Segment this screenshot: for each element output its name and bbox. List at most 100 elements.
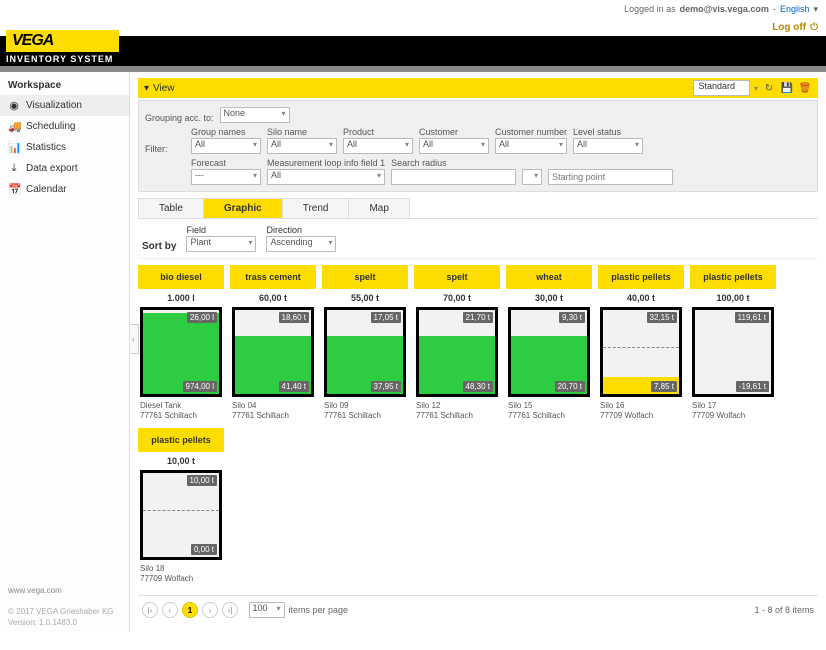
- nav-icon: 🚚: [8, 120, 20, 133]
- filter-silo-name[interactable]: All: [267, 138, 337, 154]
- silo-name: spelt: [414, 265, 500, 289]
- sort-label: Sort by: [142, 241, 176, 252]
- nav-icon: 📅: [8, 183, 20, 196]
- silo-name: plastic pellets: [138, 428, 224, 452]
- filter-level-status[interactable]: All: [573, 138, 643, 154]
- refresh-icon[interactable]: ↻: [762, 81, 776, 95]
- silo-gauge: 10,00 t0,00 t: [140, 470, 222, 560]
- silo-bottom-value: -19,61 t: [736, 381, 769, 392]
- filter-product[interactable]: All: [343, 138, 413, 154]
- silo-card[interactable]: trass cement60,00 t18,60 t41,40 tSilo 04…: [230, 265, 316, 422]
- tab-trend[interactable]: Trend: [282, 198, 350, 218]
- silo-location: Diesel Tank77761 Schiltach: [138, 397, 224, 422]
- silo-gauge: 32,15 t7,85 t: [600, 307, 682, 397]
- tab-graphic[interactable]: Graphic: [203, 198, 283, 218]
- meas-select[interactable]: All: [267, 169, 385, 185]
- startpoint-input[interactable]: [548, 169, 673, 185]
- sidebar-item-calendar[interactable]: 📅Calendar: [0, 179, 129, 200]
- language-link[interactable]: English: [780, 4, 810, 14]
- radius-input[interactable]: [391, 169, 516, 185]
- grouping-label: Grouping acc. to:: [145, 113, 214, 123]
- pager-prev[interactable]: ‹: [162, 602, 178, 618]
- filter-label: Filter:: [145, 144, 185, 154]
- logged-in-label: Logged in as: [624, 4, 676, 14]
- chevron-down-icon[interactable]: ▾: [144, 83, 149, 94]
- silo-card[interactable]: spelt55,00 t17,05 t37,95 tSilo 0977761 S…: [322, 265, 408, 422]
- silo-top-value: 32,15 t: [647, 312, 677, 323]
- grouping-select[interactable]: None: [220, 107, 290, 123]
- silo-gauge: 26,00 l 974,00 l: [140, 307, 222, 397]
- silo-name: wheat: [506, 265, 592, 289]
- filter-group-names[interactable]: All: [191, 138, 261, 154]
- silo-bottom-value: 37,95 t: [371, 381, 401, 392]
- silo-bottom-value: 20,70 t: [555, 381, 585, 392]
- silo-top-value: 119,61 t: [735, 312, 769, 323]
- page-size-label: items per page: [289, 605, 349, 615]
- pager-page[interactable]: 1: [182, 602, 198, 618]
- pager-first[interactable]: |‹: [142, 602, 158, 618]
- silo-gauge: 17,05 t 37,95 t: [324, 307, 406, 397]
- workspace-title: Workspace: [0, 72, 129, 95]
- silo-top-value: 9,30 t: [559, 312, 585, 323]
- power-icon[interactable]: ⏻: [810, 22, 818, 33]
- silo-capacity: 1.000 l: [138, 289, 224, 307]
- copyright: © 2017 VEGA Grieshaber KG: [8, 607, 114, 616]
- silo-gauge: 119,61 t -19,61 t: [692, 307, 774, 397]
- silo-card[interactable]: bio diesel1.000 l 26,00 l 974,00 l Diesel T…: [138, 265, 224, 422]
- sort-dir-select[interactable]: Ascending: [266, 236, 336, 252]
- nav-icon: ◉: [8, 99, 20, 112]
- sidebar-item-visualization[interactable]: ◉Visualization: [0, 95, 129, 116]
- nav-icon: 📊: [8, 141, 20, 154]
- silo-card[interactable]: spelt70,00 t21,70 t48,30 tSilo 1277761 S…: [414, 265, 500, 422]
- silo-bottom-value: 974,00 l: [183, 381, 217, 392]
- silo-top-value: 26,00 l: [187, 312, 217, 323]
- silo-bottom-value: 48,30 t: [463, 381, 493, 392]
- sort-field-select[interactable]: Plant: [186, 236, 256, 252]
- brand-logo: VEGA: [6, 30, 119, 52]
- filter-panel: Grouping acc. to: None Filter: Group nam…: [138, 100, 818, 192]
- pager: |‹ ‹ 1 › ›| 100 items per page 1 - 8 of …: [138, 595, 818, 624]
- silo-card[interactable]: plastic pellets40,00 t32,15 t7,85 tSilo …: [598, 265, 684, 422]
- page-size-select[interactable]: 100: [249, 602, 285, 618]
- sidebar-item-scheduling[interactable]: 🚚Scheduling: [0, 116, 129, 137]
- brand-subtitle: INVENTORY SYSTEM: [0, 52, 119, 66]
- view-label: View: [153, 83, 175, 94]
- silo-card[interactable]: plastic pellets100,00 t 119,61 t -19,61 t S…: [690, 265, 776, 422]
- sidebar-item-statistics[interactable]: 📊Statistics: [0, 137, 129, 158]
- silo-capacity: 60,00 t: [230, 289, 316, 307]
- silo-card[interactable]: wheat30,00 t9,30 t20,70 tSilo 1577761 Sc…: [506, 265, 592, 422]
- pager-last[interactable]: ›|: [222, 602, 238, 618]
- save-icon[interactable]: 💾: [780, 81, 794, 95]
- sidebar-collapse-handle[interactable]: ‹: [130, 324, 139, 354]
- silo-capacity: 100,00 t: [690, 289, 776, 307]
- silo-capacity: 10,00 t: [138, 452, 224, 470]
- silo-location: Silo 0477761 Schiltach: [230, 397, 316, 422]
- silo-bottom-value: 0,00 t: [191, 544, 217, 555]
- silo-capacity: 55,00 t: [322, 289, 408, 307]
- silo-name: bio diesel: [138, 265, 224, 289]
- silo-bottom-value: 41,40 t: [279, 381, 309, 392]
- tab-table[interactable]: Table: [138, 198, 204, 218]
- brand-bar: VEGA INVENTORY SYSTEM: [0, 36, 826, 66]
- sidebar-item-data-export[interactable]: ⤓Data export: [0, 158, 129, 179]
- silo-card[interactable]: plastic pellets10,00 t10,00 t0,00 tSilo …: [138, 428, 224, 585]
- pager-next[interactable]: ›: [202, 602, 218, 618]
- filter-customer-number[interactable]: All: [495, 138, 567, 154]
- user-email: demo@vis.vega.com: [680, 4, 769, 14]
- filter-customer[interactable]: All: [419, 138, 489, 154]
- tab-map[interactable]: Map: [348, 198, 409, 218]
- sidebar: Workspace ◉Visualization🚚Scheduling📊Stat…: [0, 72, 130, 632]
- silo-name: plastic pellets: [598, 265, 684, 289]
- silo-location: Silo 1677709 Wolfach: [598, 397, 684, 422]
- delete-icon[interactable]: 🗑: [798, 81, 812, 95]
- logoff-link[interactable]: Log off: [772, 22, 806, 33]
- silo-name: plastic pellets: [690, 265, 776, 289]
- forecast-select[interactable]: ---: [191, 169, 261, 185]
- silo-location: Silo 1777709 Wolfach: [690, 397, 776, 422]
- silo-top-value: 18,60 t: [279, 312, 309, 323]
- silo-grid: bio diesel1.000 l 26,00 l 974,00 l Diesel T…: [138, 259, 818, 591]
- footer-link[interactable]: www.vega.com: [8, 586, 62, 595]
- silo-location: Silo 1877709 Wolfach: [138, 560, 224, 585]
- silo-top-value: 17,05 t: [371, 312, 401, 323]
- view-preset-select[interactable]: Standard: [693, 80, 750, 96]
